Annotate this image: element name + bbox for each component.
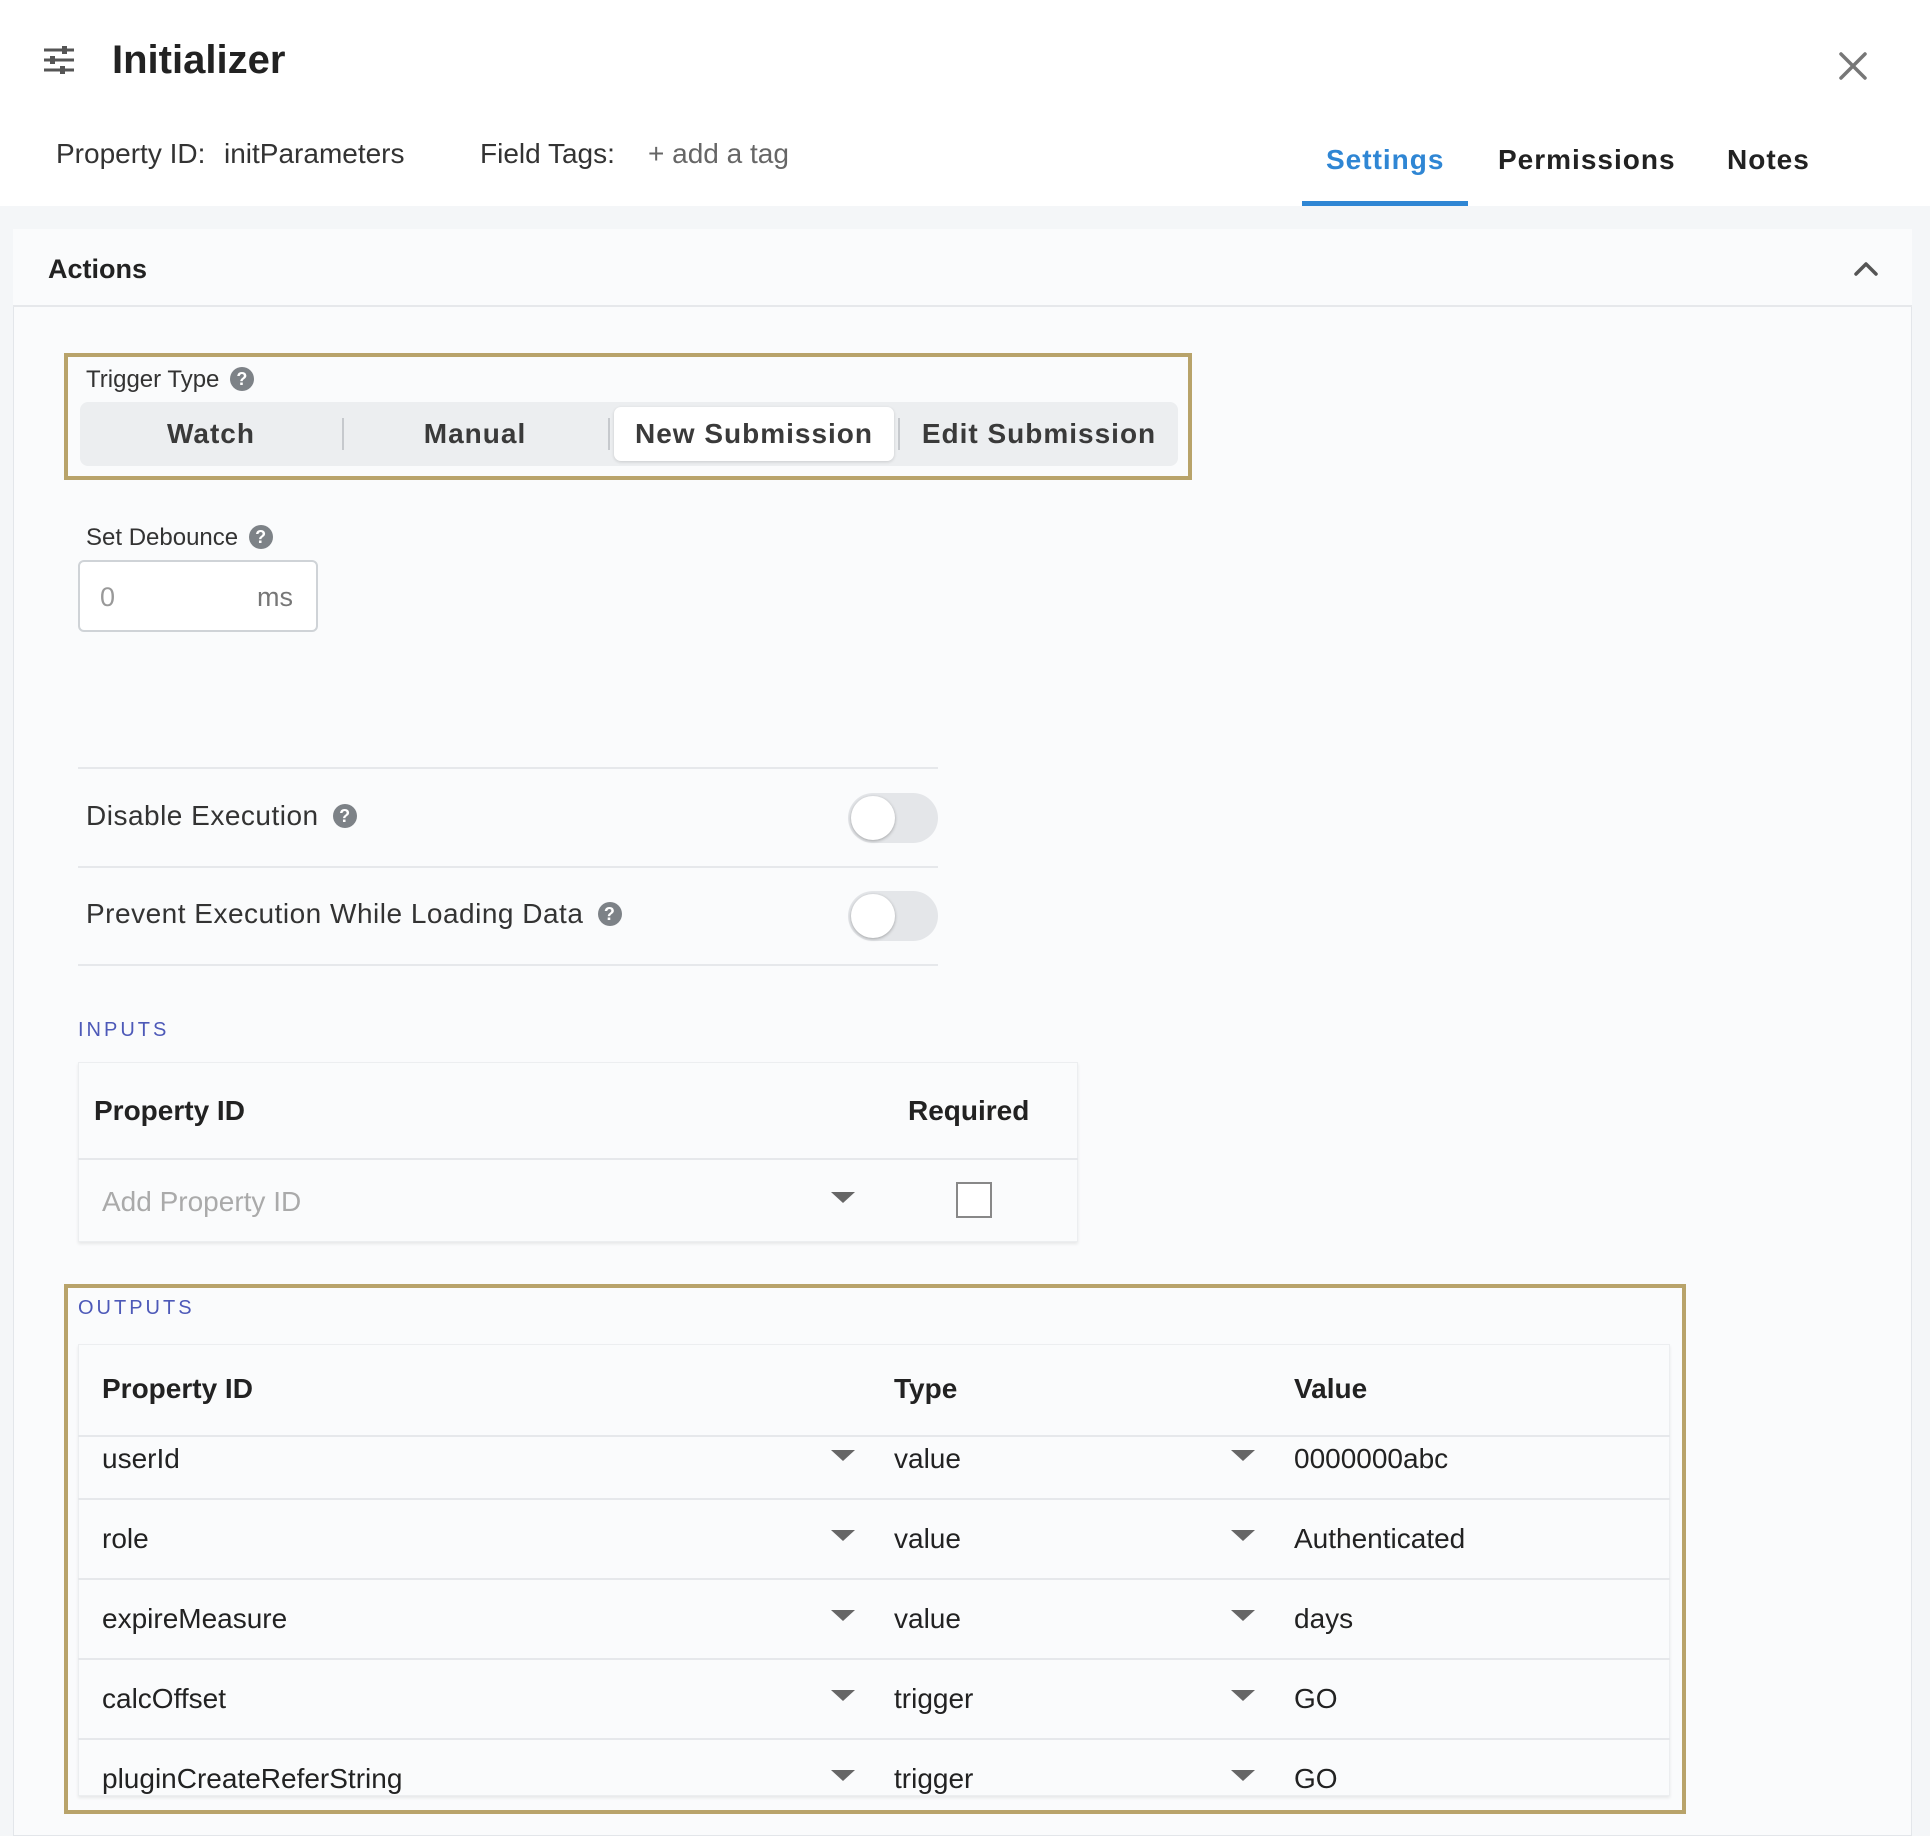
output-value[interactable]: Authenticated (1294, 1523, 1465, 1555)
divider (78, 767, 938, 769)
chevron-down-icon[interactable] (831, 1610, 855, 1621)
trigger-new-submission-option[interactable]: New Submission (614, 407, 894, 461)
property-id-value: initParameters (224, 138, 405, 169)
output-property-id[interactable]: role (102, 1523, 149, 1555)
prevent-execution-row: Prevent Execution While Loading Data ? (86, 898, 622, 930)
trigger-edit-submission-option[interactable]: Edit Submission (900, 402, 1178, 466)
sliders-icon[interactable] (42, 45, 76, 75)
output-type[interactable]: trigger (894, 1683, 973, 1715)
outputs-section-label: OUTPUTS (78, 1297, 195, 1319)
divider (78, 1435, 1670, 1437)
chevron-down-icon[interactable] (1231, 1450, 1255, 1461)
chevron-down-icon[interactable] (1231, 1530, 1255, 1541)
prevent-execution-toggle[interactable] (848, 891, 938, 941)
output-property-id[interactable]: userId (102, 1443, 180, 1475)
dialog-title: Initializer (112, 38, 286, 82)
disable-execution-toggle[interactable] (848, 793, 938, 843)
debounce-field: Set Debounce ? (86, 524, 273, 552)
required-checkbox[interactable] (956, 1182, 992, 1218)
outputs-table (78, 1344, 1670, 1796)
chevron-down-icon[interactable] (1231, 1770, 1255, 1781)
segment-divider (608, 418, 610, 450)
output-property-id[interactable]: expireMeasure (102, 1603, 287, 1635)
debounce-unit: ms (257, 582, 293, 612)
field-tags-label: Field Tags: (480, 138, 615, 169)
chevron-down-icon[interactable] (1231, 1610, 1255, 1621)
disable-execution-row: Disable Execution ? (86, 800, 357, 832)
debounce-label: Set Debounce (86, 524, 239, 551)
output-type[interactable]: value (894, 1443, 961, 1475)
output-type[interactable]: trigger (894, 1763, 973, 1795)
output-type[interactable]: value (894, 1603, 961, 1635)
help-icon[interactable]: ? (332, 804, 357, 828)
actions-panel-header[interactable] (13, 229, 1912, 307)
outputs-column-value: Value (1294, 1373, 1368, 1404)
inputs-column-required: Required (908, 1095, 1030, 1126)
outputs-column-property-id: Property ID (102, 1373, 253, 1404)
output-value[interactable]: GO (1294, 1763, 1338, 1795)
trigger-type-label: Trigger Type (86, 366, 220, 393)
chevron-down-icon[interactable] (831, 1770, 855, 1781)
output-value[interactable]: 0000000abc (1294, 1443, 1448, 1475)
output-type[interactable]: value (894, 1523, 961, 1555)
property-id-label: Property ID: (56, 138, 206, 169)
chevron-down-icon[interactable] (831, 1690, 855, 1701)
add-property-id-select[interactable]: Add Property ID (102, 1186, 301, 1218)
output-property-id[interactable]: calcOffset (102, 1683, 226, 1715)
actions-panel-title: Actions (48, 254, 148, 284)
divider (78, 1498, 1670, 1500)
help-icon[interactable]: ? (248, 525, 273, 549)
divider (78, 866, 938, 868)
chevron-down-icon[interactable] (831, 1450, 855, 1461)
toggle-knob (851, 894, 895, 938)
disable-execution-label: Disable Execution (86, 800, 319, 831)
tab-notes[interactable]: Notes (1727, 144, 1810, 176)
divider (78, 1658, 1670, 1660)
divider (78, 1738, 1670, 1740)
add-tag-link[interactable]: + add a tag (648, 138, 789, 170)
output-property-id[interactable]: pluginCreateReferString (102, 1763, 402, 1795)
close-icon[interactable] (1835, 48, 1871, 84)
inputs-section-label: INPUTS (78, 1019, 170, 1041)
output-value[interactable]: days (1294, 1603, 1353, 1635)
chevron-down-icon[interactable] (831, 1530, 855, 1541)
chevron-down-icon[interactable] (831, 1192, 855, 1203)
chevron-up-icon[interactable] (1850, 254, 1882, 282)
tab-settings[interactable]: Settings (1326, 144, 1444, 176)
toggle-knob (851, 796, 895, 840)
help-icon[interactable]: ? (229, 367, 254, 391)
outputs-column-type: Type (894, 1373, 958, 1404)
active-tab-indicator (1302, 201, 1468, 206)
chevron-down-icon[interactable] (1231, 1690, 1255, 1701)
divider (78, 1158, 1078, 1160)
prevent-execution-label: Prevent Execution While Loading Data (86, 898, 584, 929)
inputs-column-property-id: Property ID (94, 1095, 245, 1126)
output-value[interactable]: GO (1294, 1683, 1338, 1715)
trigger-type-field: Trigger Type ? (86, 366, 254, 394)
debounce-value: 0 (100, 582, 116, 612)
trigger-manual-option[interactable]: Manual (344, 402, 606, 466)
divider (78, 964, 938, 966)
trigger-watch-option[interactable]: Watch (80, 402, 342, 466)
tab-permissions[interactable]: Permissions (1498, 144, 1676, 176)
divider (78, 1578, 1670, 1580)
help-icon[interactable]: ? (597, 902, 622, 926)
